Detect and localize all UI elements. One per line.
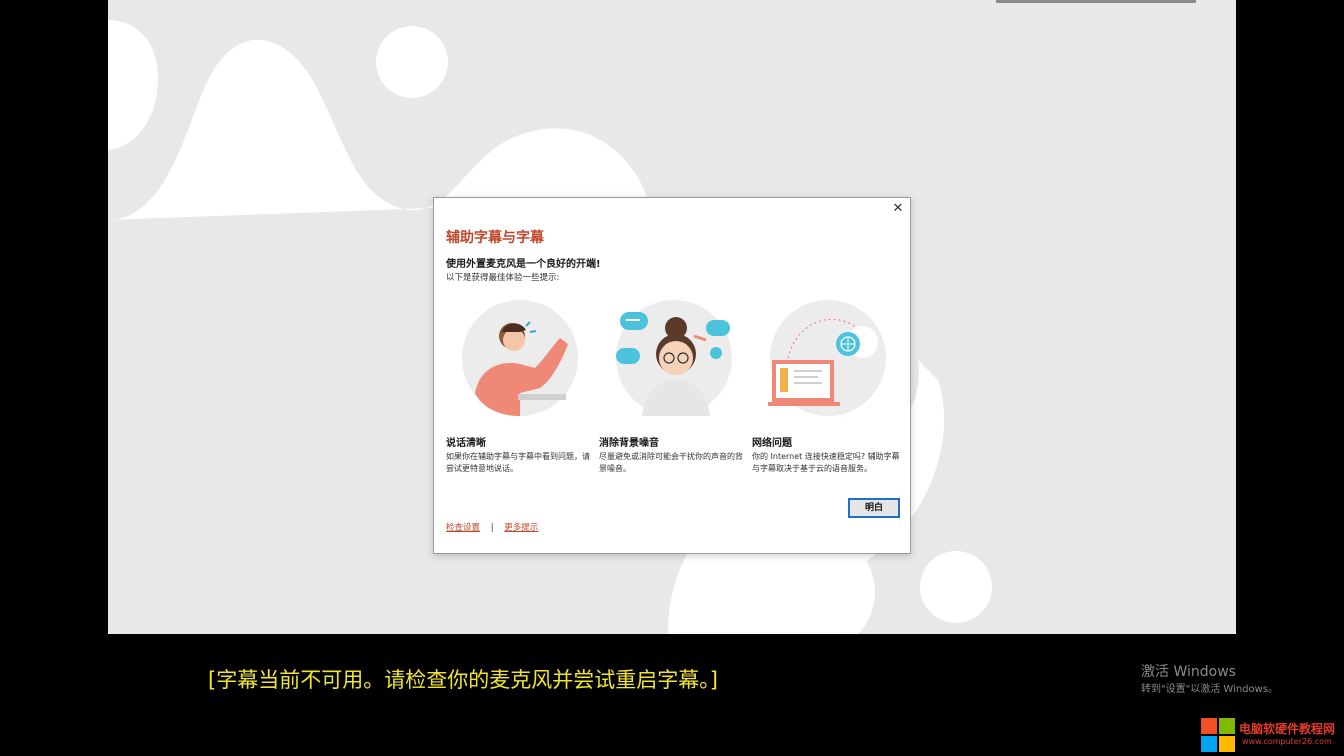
ok-button[interactable]: 明白 [848,498,900,518]
slide-canvas: ✕ 辅助字幕与字幕 使用外置麦克风是一个良好的开端! 以下是获得最佳体验一些提示… [108,0,1236,634]
tip-body-speak-clearly: 如果你在辅助字幕与字幕中看到问题，请尝试更特意地说话。 [446,452,590,473]
tip-heading-network: 网络问题 [752,438,792,449]
close-icon[interactable]: ✕ [890,201,906,217]
dialog-subtitle: 使用外置麦克风是一个良好的开端! [446,259,601,270]
tip-body-network: 你的 Internet 连接快速稳定吗? 辅助字幕与字幕取决于基于云的语音服务。 [752,452,900,473]
top-strip-decoration [996,0,1196,3]
site-watermark: 电脑软硬件教程网 www.computer26.com [1200,717,1340,753]
site-url: www.computer26.com [1242,737,1332,746]
dialog-intro: 以下是获得最佳体验一些提示: [446,273,560,283]
link-separator: | [490,523,494,533]
captions-tips-dialog: ✕ 辅助字幕与字幕 使用外置麦克风是一个良好的开端! 以下是获得最佳体验一些提示… [433,197,911,554]
dialog-title: 辅助字幕与字幕 [446,230,544,246]
speaking-person-illustration [462,300,578,416]
screen: ✕ 辅助字幕与字幕 使用外置麦克风是一个良好的开端! 以下是获得最佳体验一些提示… [0,0,1344,756]
activate-windows-hint: 转到"设置"以激活 Windows。 [1141,684,1279,695]
check-settings-link[interactable]: 检查设置 [446,523,480,533]
live-caption-text: [字幕当前不可用。请检查你的麦克风并尝试重启字幕。] [208,668,718,692]
more-tips-link[interactable]: 更多提示 [504,523,538,533]
dialog-links: 检查设置 | 更多提示 [446,521,538,533]
tip-heading-background-noise: 消除背景噪音 [599,438,659,449]
tip-heading-speak-clearly: 说话清晰 [446,438,486,449]
laptop-globe-illustration [768,300,886,416]
activate-windows-title: 激活 Windows [1141,664,1236,680]
tip-body-background-noise: 尽量避免或消除可能会干扰你的声音的背景噪音。 [599,452,743,473]
windows-flag-icon [1201,718,1235,752]
thinking-woman-illustration [616,300,732,416]
site-name: 电脑软硬件教程网 [1239,722,1336,736]
